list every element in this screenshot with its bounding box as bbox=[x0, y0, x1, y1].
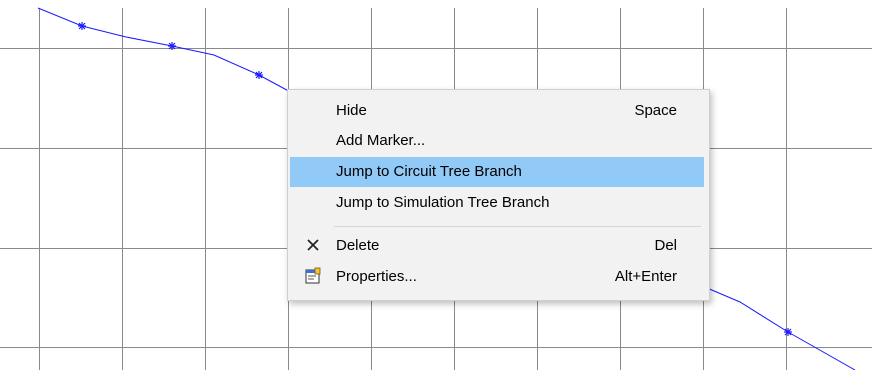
menu-item-label: Properties... bbox=[336, 268, 417, 285]
properties-icon bbox=[305, 267, 321, 284]
menu-item-label: Hide bbox=[336, 102, 367, 119]
menu-item-hide[interactable]: Hide Space bbox=[290, 96, 704, 126]
menu-item-shortcut: Space bbox=[634, 102, 677, 119]
menu-item-label: Delete bbox=[336, 237, 380, 254]
menu-item-add-marker[interactable]: Add Marker... bbox=[290, 126, 704, 156]
trace-marker-asterisk bbox=[78, 22, 86, 30]
menu-separator bbox=[334, 226, 701, 227]
menu-item-label: Jump to Simulation Tree Branch bbox=[336, 194, 550, 211]
context-menu: Hide Space Add Marker... Jump to Circuit… bbox=[287, 89, 710, 301]
trace-marker-asterisk bbox=[168, 42, 176, 50]
menu-item-shortcut: Alt+Enter bbox=[614, 268, 677, 285]
menu-item-properties[interactable]: Properties... Alt+Enter bbox=[290, 262, 704, 292]
trace-marker-asterisk bbox=[784, 328, 792, 336]
menu-item-jump-to-simulation-tree-branch[interactable]: Jump to Simulation Tree Branch bbox=[290, 188, 704, 218]
menu-item-jump-to-circuit-tree-branch[interactable]: Jump to Circuit Tree Branch bbox=[290, 157, 704, 187]
trace-marker-asterisk bbox=[255, 71, 263, 79]
delete-x-icon bbox=[307, 239, 319, 251]
menu-item-delete[interactable]: Delete Del bbox=[290, 231, 704, 261]
menu-item-shortcut: Del bbox=[654, 237, 677, 254]
menu-item-label: Jump to Circuit Tree Branch bbox=[336, 163, 522, 180]
menu-item-label: Add Marker... bbox=[336, 132, 426, 149]
